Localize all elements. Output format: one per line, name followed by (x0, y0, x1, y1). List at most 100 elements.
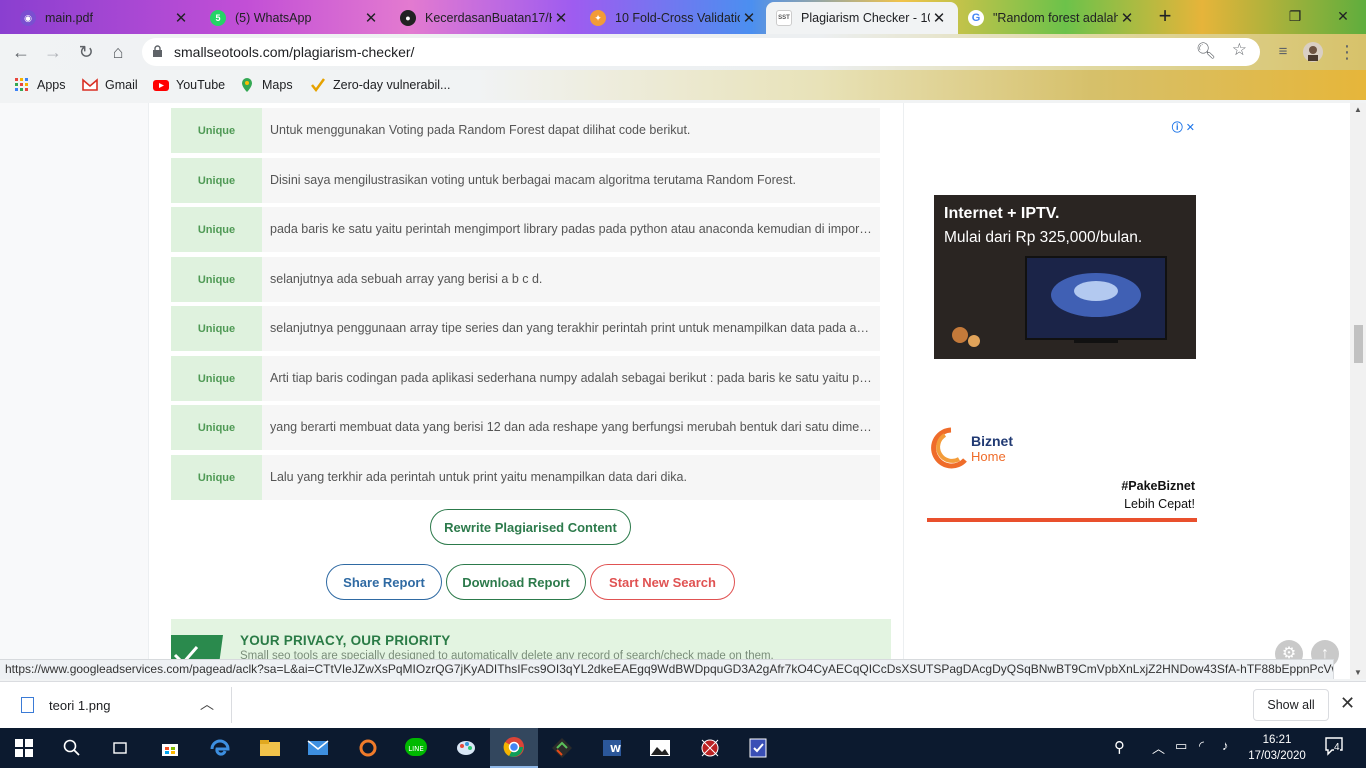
divider (231, 687, 232, 723)
gmail-icon (82, 78, 98, 91)
sentence-text: Lalu yang terkhir ada perintah untuk pri… (270, 470, 687, 484)
word-icon[interactable]: W (588, 728, 636, 768)
media-control-icon[interactable]: ≡ (1270, 39, 1296, 65)
image-file-icon (21, 697, 34, 713)
show-hidden-icons-icon[interactable]: ︿ (1152, 738, 1165, 757)
task-view-icon[interactable] (96, 728, 144, 768)
close-window-icon[interactable]: ✕ (1328, 4, 1358, 28)
wifi-icon[interactable]: ◜ (1199, 738, 1204, 754)
bookmark-maps[interactable]: Maps (239, 76, 293, 94)
notification-count: 4 (1334, 742, 1340, 753)
close-tab-icon[interactable]: ✕ (172, 9, 190, 27)
page-scrollbar[interactable]: ▲ ▼ (1350, 103, 1366, 679)
ad-brand-name: Biznet (971, 433, 1013, 449)
ad-brand-sub: Home (971, 449, 1006, 464)
reload-icon[interactable]: ↻ (73, 39, 99, 65)
photos-icon[interactable] (636, 728, 684, 768)
tab-plagiarism-checker[interactable]: SST Plagiarism Checker - 10 ✕ (766, 2, 958, 34)
tab-main-pdf[interactable]: ◉ main.pdf ✕ (10, 2, 200, 34)
scroll-down-icon[interactable]: ▼ (1354, 668, 1362, 677)
line-app-icon[interactable]: LINE (392, 728, 440, 768)
check-icon (311, 78, 326, 93)
tab-whatsapp[interactable]: 5 (5) WhatsApp ✕ (200, 2, 390, 34)
lock-icon (153, 45, 162, 57)
bookmark-label: YouTube (176, 78, 226, 92)
rewrite-plagiarised-button[interactable]: Rewrite Plagiarised Content (430, 509, 631, 545)
sentence-text: Arti tiap baris codingan pada aplikasi s… (270, 371, 880, 385)
privacy-title: YOUR PRIVACY, OUR PRIORITY (240, 633, 451, 648)
windows-taskbar: LINE W ⚲ ︿ ▭ ◜ ♪ 16:21 17/03/2020 4 (0, 728, 1366, 768)
spider-app-icon[interactable] (686, 728, 734, 768)
biznet-logo-icon (931, 427, 967, 469)
zoom-icon[interactable]: 🔍︎ (1196, 41, 1216, 61)
git-icon[interactable] (538, 728, 586, 768)
ad-tagline: #PakeBiznet (1121, 479, 1195, 493)
forward-icon[interactable]: → (40, 39, 66, 65)
url-text: smallseotools.com/plagiarism-checker/ (174, 44, 415, 60)
apps-grid-icon (15, 78, 28, 91)
bookmark-star-icon[interactable]: ☆ (1232, 40, 1247, 60)
menu-kebab-icon[interactable]: ⋮ (1334, 39, 1360, 65)
bookmark-gmail[interactable]: Gmail (82, 76, 138, 94)
scroll-up-icon[interactable]: ▲ (1354, 105, 1362, 114)
start-new-search-button[interactable]: Start New Search (590, 564, 735, 600)
new-tab-button[interactable]: + (1153, 5, 1177, 29)
mail-icon[interactable] (294, 728, 342, 768)
search-icon[interactable] (48, 728, 96, 768)
download-file-name[interactable]: teori 1.png (49, 698, 110, 713)
notification-center-icon[interactable]: 4 (1324, 736, 1344, 759)
file-explorer-icon[interactable] (246, 728, 294, 768)
close-tab-icon[interactable]: ✕ (930, 9, 948, 27)
close-tab-icon[interactable]: ✕ (362, 9, 380, 27)
sentence-text: Untuk menggunakan Voting pada Random For… (270, 123, 691, 137)
share-report-button[interactable]: Share Report (326, 564, 442, 600)
tab-google-search[interactable]: G "Random forest adalah ✕ (958, 2, 1146, 34)
bookmark-zero-day[interactable]: Zero-day vulnerabil... (310, 76, 450, 94)
bookmark-youtube[interactable]: YouTube (153, 76, 225, 94)
avatar[interactable] (1300, 39, 1326, 65)
download-shelf: teori 1.png ︿ Show all ✕ (0, 681, 1366, 728)
close-tab-icon[interactable]: ✕ (1118, 9, 1136, 27)
tab-title: (5) WhatsApp (235, 11, 312, 25)
link-status-url: https://www.googleadservices.com/pagead/… (0, 659, 1334, 679)
battery-icon[interactable]: ▭ (1175, 738, 1187, 754)
browser-toolbar: ← → ↻ ⌂ smallseotools.com/plagiarism-che… (0, 34, 1366, 70)
tab-strip: ◉ main.pdf ✕ 5 (5) WhatsApp ✕ ● Kecerdas… (0, 0, 1366, 34)
edge-icon[interactable] (196, 728, 244, 768)
close-tab-icon[interactable]: ✕ (740, 9, 758, 27)
start-button[interactable] (0, 728, 48, 768)
back-icon[interactable]: ← (8, 39, 34, 65)
taskbar-clock[interactable]: 16:21 17/03/2020 (1242, 732, 1312, 764)
pdf-icon: ◉ (20, 10, 36, 26)
scroll-thumb[interactable] (1354, 325, 1363, 363)
bookmark-apps[interactable]: Apps (14, 76, 66, 94)
svg-text:W: W (610, 744, 621, 755)
download-report-button[interactable]: Download Report (446, 564, 586, 600)
app-orange-icon[interactable] (344, 728, 392, 768)
close-tab-icon[interactable]: ✕ (552, 9, 570, 27)
result-row: Unique selanjutnya ada sebuah array yang… (171, 257, 880, 302)
tab-github[interactable]: ● KecerdasanBuatan17/K ✕ (390, 2, 580, 34)
close-shelf-icon[interactable]: ✕ (1340, 693, 1355, 714)
adchoices-icon[interactable]: ⓘ ✕ (1172, 119, 1195, 135)
tab-fold-cross[interactable]: ✦ 10 Fold-Cross Validation ✕ (580, 2, 768, 34)
sidebar-advertisement[interactable]: ⓘ ✕ Internet + IPTV. Mulai dari Rp 325,0… (927, 117, 1197, 522)
home-icon[interactable]: ⌂ (105, 39, 131, 65)
paint-icon[interactable] (442, 728, 490, 768)
status-badge: Unique (171, 108, 262, 153)
address-bar[interactable]: smallseotools.com/plagiarism-checker/ 🔍︎… (142, 38, 1260, 66)
people-icon[interactable]: ⚲ (1114, 738, 1125, 756)
tab-title: Plagiarism Checker - 10 (801, 11, 930, 25)
store-icon[interactable] (146, 728, 194, 768)
result-row: Unique yang berarti membuat data yang be… (171, 405, 880, 450)
restore-window-icon[interactable]: ❐ (1280, 4, 1310, 28)
clock-time: 16:21 (1262, 734, 1292, 746)
chevron-up-icon[interactable]: ︿ (200, 694, 214, 714)
chrome-icon[interactable] (490, 728, 538, 768)
tv-illustration (952, 256, 1167, 347)
volume-icon[interactable]: ♪ (1222, 738, 1229, 753)
ml-icon: ✦ (590, 10, 606, 26)
show-all-button[interactable]: Show all (1253, 689, 1329, 721)
maps-icon (242, 78, 252, 92)
shield-app-icon[interactable] (734, 728, 782, 768)
